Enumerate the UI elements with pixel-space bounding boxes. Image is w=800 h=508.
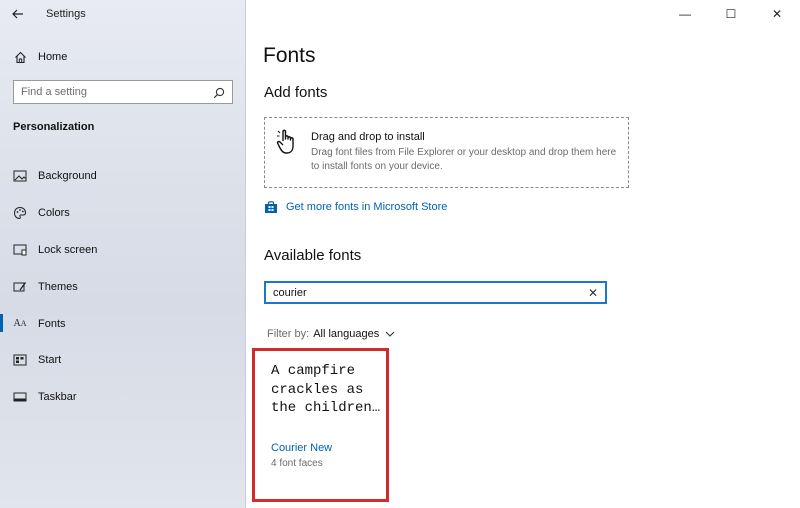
sidebar-item-themes[interactable]: Themes bbox=[0, 268, 246, 305]
close-icon: ✕ bbox=[771, 7, 783, 21]
taskbar-icon bbox=[13, 390, 27, 404]
font-name: Courier New bbox=[271, 442, 333, 454]
settings-search-input[interactable] bbox=[21, 86, 213, 98]
font-sample-text: A campfire crackles as the children… bbox=[271, 363, 381, 416]
back-arrow-icon bbox=[12, 9, 23, 19]
font-search[interactable]: ✕ bbox=[264, 281, 607, 304]
store-link-label: Get more fonts in Microsoft Store bbox=[286, 201, 448, 213]
font-search-input[interactable] bbox=[273, 286, 588, 299]
chevron-down-icon bbox=[385, 329, 395, 340]
sidebar-item-label: Colors bbox=[38, 207, 70, 220]
font-drop-zone[interactable]: Drag and drop to install Drag font files… bbox=[264, 117, 629, 188]
page-title: Fonts bbox=[263, 44, 316, 67]
window-controls: — ☐ ✕ bbox=[662, 0, 800, 28]
titlebar-left: Settings bbox=[0, 0, 246, 28]
minimize-button[interactable]: — bbox=[662, 0, 708, 28]
settings-search[interactable] bbox=[13, 80, 233, 104]
brush-icon bbox=[13, 280, 27, 294]
sidebar-item-lock-screen[interactable]: Lock screen bbox=[0, 232, 246, 269]
sidebar-item-label: Background bbox=[38, 170, 97, 183]
available-fonts-heading: Available fonts bbox=[264, 247, 362, 264]
close-button[interactable]: ✕ bbox=[754, 0, 800, 28]
sidebar-item-label: Start bbox=[38, 354, 62, 367]
sidebar-item-start[interactable]: Start bbox=[0, 342, 246, 379]
sidebar-item-taskbar[interactable]: Taskbar bbox=[0, 379, 246, 416]
store-icon bbox=[264, 200, 278, 214]
sidebar-item-colors[interactable]: Colors bbox=[0, 195, 246, 232]
palette-icon bbox=[13, 206, 27, 220]
sidebar-item-background[interactable]: Background bbox=[0, 158, 246, 195]
store-link[interactable]: Get more fonts in Microsoft Store bbox=[264, 200, 447, 214]
sidebar-item-label: Fonts bbox=[38, 317, 66, 330]
minimize-icon: — bbox=[679, 7, 691, 21]
font-faces-count: 4 font faces bbox=[271, 458, 323, 469]
maximize-icon: ☐ bbox=[725, 7, 737, 21]
drop-zone-description: Drag font files from File Explorer or yo… bbox=[311, 147, 617, 172]
sidebar-item-label: Taskbar bbox=[38, 391, 77, 404]
app-title: Settings bbox=[46, 8, 86, 20]
back-button[interactable] bbox=[0, 0, 36, 28]
sidebar-item-fonts[interactable]: AA Fonts bbox=[0, 305, 246, 342]
font-card-courier-new[interactable]: A campfire crackles as the children… Cou… bbox=[252, 348, 389, 502]
search-icon[interactable] bbox=[213, 86, 225, 99]
start-icon bbox=[13, 353, 27, 367]
filter-value: All languages bbox=[313, 328, 380, 340]
clear-search-icon[interactable]: ✕ bbox=[588, 286, 598, 300]
lock-screen-icon bbox=[13, 243, 27, 257]
main-content: — ☐ ✕ Fonts Add fonts Drag and drop to i… bbox=[247, 0, 800, 508]
add-fonts-heading: Add fonts bbox=[264, 84, 328, 101]
language-filter[interactable]: Filter by: All languages bbox=[267, 328, 395, 340]
picture-icon bbox=[13, 169, 27, 183]
sidebar-item-label: Lock screen bbox=[38, 243, 98, 256]
section-title: Personalization bbox=[13, 121, 95, 133]
sidebar-nav: Background Colors Lock screen Themes AA … bbox=[0, 158, 246, 416]
font-icon: AA bbox=[13, 318, 27, 330]
sidebar-item-label: Themes bbox=[38, 280, 78, 293]
home-icon bbox=[13, 50, 27, 64]
maximize-button[interactable]: ☐ bbox=[708, 0, 754, 28]
filter-label: Filter by: bbox=[267, 328, 310, 340]
hand-pointer-icon bbox=[275, 128, 301, 156]
drop-zone-title: Drag and drop to install bbox=[311, 131, 425, 143]
home-label: Home bbox=[38, 51, 68, 63]
home-link[interactable]: Home bbox=[0, 44, 246, 70]
sidebar: Settings Home Personalization Background… bbox=[0, 0, 246, 508]
